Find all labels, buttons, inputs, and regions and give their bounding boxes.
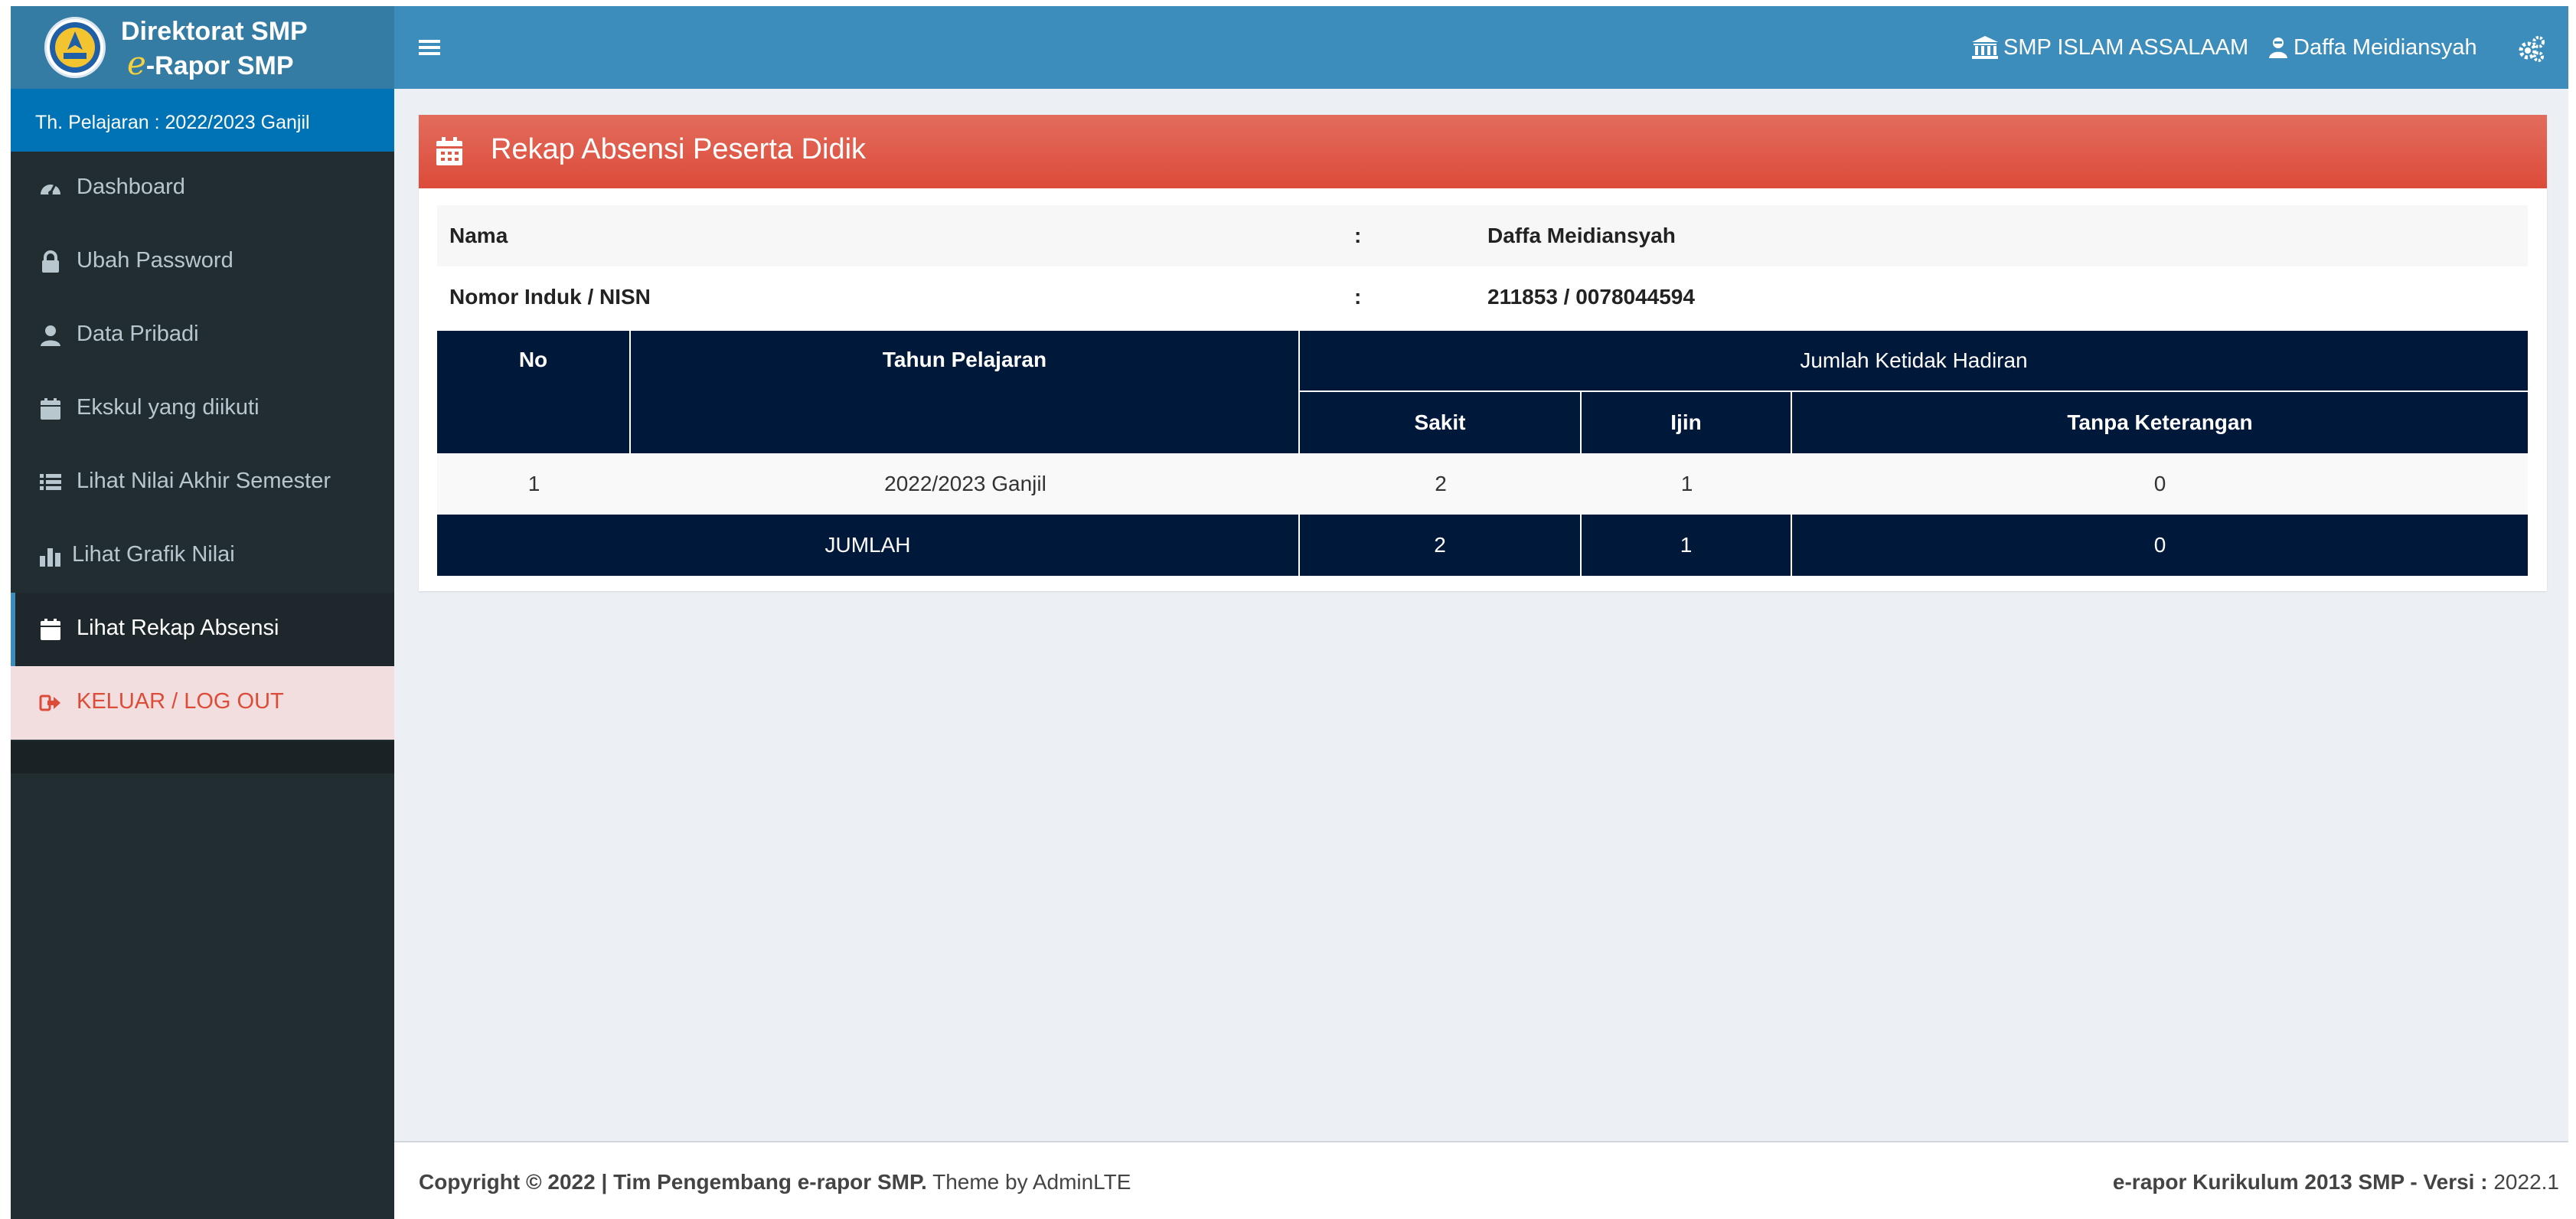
box-title: Rekap Absensi Peserta Didik (491, 133, 867, 165)
user-secret-icon (2269, 38, 2287, 58)
info-colon: : (1354, 224, 1362, 247)
rekap-absensi-box: Rekap Absensi Peserta Didik Nama : Daffa… (419, 115, 2547, 591)
sidebar-item-label: KELUAR / LOG OUT (77, 689, 284, 714)
info-colon: : (1354, 285, 1362, 309)
sidebar-item-ekskul[interactable]: Ekskul yang diikuti (11, 372, 394, 446)
calendar-icon (38, 397, 63, 421)
calendar-icon (434, 136, 465, 171)
dashboard-icon (38, 176, 63, 201)
total-ijin: 1 (1582, 515, 1792, 576)
tahun-pelajaran-bar: Th. Pelajaran : 2022/2023 Ganjil (11, 89, 394, 152)
info-label: Nomor Induk / NISN (449, 285, 651, 309)
sidebar-item-rekap-absensi[interactable]: Lihat Rekap Absensi (11, 593, 394, 666)
school-menu[interactable]: SMP ISLAM ASSALAAM (1971, 6, 2248, 89)
sidebar-item-label: Data Pribadi (77, 322, 199, 346)
sign-out-icon (38, 691, 63, 715)
sidebar-item-dashboard[interactable]: Dashboard (11, 152, 394, 225)
page-edge (2568, 0, 2576, 1219)
td-sakit: 2 (1300, 453, 1582, 515)
sidebar-item-ubah-password[interactable]: Ubah Password (11, 225, 394, 299)
sidebar-divider (11, 741, 394, 773)
logo-title: Direktorat SMP (121, 17, 308, 46)
total-sakit: 2 (1300, 515, 1582, 576)
th-sakit: Sakit (1300, 392, 1582, 453)
th-jumlah-ketidak-hadiran: Jumlah Ketidak Hadiran (1300, 331, 2528, 392)
institution-icon (1972, 36, 1998, 59)
info-row-nama: Nama : Daffa Meidiansyah (437, 205, 2528, 266)
info-label: Nama (449, 224, 508, 247)
sidebar-item-logout[interactable]: KELUAR / LOG OUT (11, 666, 394, 740)
app-logo[interactable]: Direktorat SMP e-Rapor SMP (11, 6, 394, 89)
td-tahun-pelajaran: 2022/2023 Ganjil (631, 453, 1300, 515)
lock-icon (38, 250, 63, 274)
bar-chart-icon (38, 544, 63, 568)
sidebar-item-data-pribadi[interactable]: Data Pribadi (11, 299, 394, 372)
logo-subtitle-text: -Rapor SMP (145, 51, 294, 80)
info-row-nisn: Nomor Induk / NISN : 211853 / 0078044594 (437, 266, 2528, 328)
td-ijin: 1 (1582, 453, 1792, 515)
gears-icon[interactable] (2518, 35, 2545, 63)
content-wrapper: Rekap Absensi Peserta Didik Nama : Daffa… (394, 89, 2568, 1141)
sidebar-item-label: Lihat Nilai Akhir Semester (77, 469, 331, 493)
sidebar-item-label: Ubah Password (77, 248, 233, 273)
sidebar-item-label: Lihat Grafik Nilai (72, 542, 235, 567)
total-tanpa-keterangan: 0 (1792, 515, 2528, 576)
footer-version: e-rapor Kurikulum 2013 SMP - Versi : 202… (2113, 1170, 2559, 1194)
info-value: 211853 / 0078044594 (1487, 285, 1695, 309)
box-header: Rekap Absensi Peserta Didik (419, 115, 2547, 188)
logo-subtitle: e-Rapor SMP (127, 44, 294, 82)
theme-credit: Theme by AdminLTE (926, 1170, 1131, 1194)
sidebar: Direktorat SMP e-Rapor SMP Th. Pelajaran… (11, 6, 394, 1219)
version-label: e-rapor Kurikulum 2013 SMP - Versi : (2112, 1170, 2488, 1194)
sidebar-item-nilai-akhir[interactable]: Lihat Nilai Akhir Semester (11, 446, 394, 519)
list-icon (38, 470, 63, 495)
school-name: SMP ISLAM ASSALAAM (2003, 34, 2249, 60)
sidebar-item-grafik-nilai[interactable]: Lihat Grafik Nilai (11, 519, 394, 593)
td-tanpa-keterangan: 0 (1792, 453, 2528, 515)
user-name: Daffa Meidiansyah (2294, 34, 2477, 60)
sidebar-toggle-hamburger-icon[interactable] (419, 37, 440, 58)
tut-wuri-handayani-emblem-icon (44, 17, 106, 78)
td-no: 1 (437, 453, 631, 515)
user-menu[interactable]: Daffa Meidiansyah (2267, 6, 2477, 89)
th-tanpa-keterangan: Tanpa Keterangan (1792, 392, 2528, 453)
copyright-text: Copyright © 2022 | Tim Pengembang e-rapo… (419, 1170, 927, 1194)
logo-e-letter: e (127, 44, 146, 82)
sidebar-item-label: Lihat Rekap Absensi (77, 616, 279, 640)
total-label: JUMLAH (437, 515, 1300, 576)
tahun-pelajaran-label: Th. Pelajaran : 2022/2023 Ganjil (35, 112, 310, 133)
th-ijin: Ijin (1582, 392, 1792, 453)
user-icon (38, 323, 63, 348)
sidebar-item-label: Dashboard (77, 175, 185, 199)
version-number: 2022.1 (2487, 1170, 2559, 1194)
th-tahun-pelajaran: Tahun Pelajaran (631, 331, 1300, 453)
footer-copyright: Copyright © 2022 | Tim Pengembang e-rapo… (419, 1170, 1131, 1194)
top-edge (0, 0, 2576, 6)
top-navbar: SMP ISLAM ASSALAAM Daffa Meidiansyah (394, 6, 2568, 89)
info-value: Daffa Meidiansyah (1487, 224, 1676, 247)
sidebar-item-label: Ekskul yang diikuti (77, 395, 260, 420)
calendar-icon (38, 617, 63, 642)
footer: Copyright © 2022 | Tim Pengembang e-rapo… (394, 1141, 2568, 1219)
th-no: No (437, 331, 631, 453)
